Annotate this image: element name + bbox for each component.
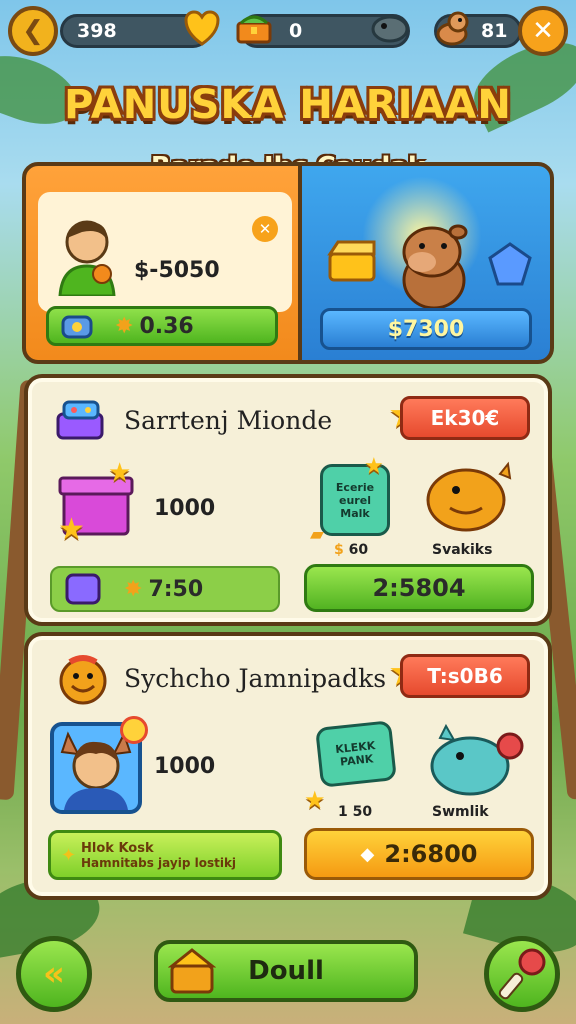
- offer-1-timer: ✸ 7:50: [50, 566, 280, 612]
- offer-2-creature-label: Swmlik: [432, 804, 489, 820]
- offer-2-sign: KLEKK PANK: [315, 720, 397, 788]
- offer-2-sign-line-2: PANK: [339, 752, 374, 769]
- stat-coins-value: 398: [77, 20, 117, 42]
- sparkle-icon: ✦: [61, 845, 77, 866]
- featured-left-bar-value: 0.36: [139, 313, 194, 339]
- page-title: PANUSKA HARIAAN: [64, 82, 512, 128]
- close-small-icon[interactable]: ✕: [252, 216, 278, 242]
- offer-1-small-count-value: 60: [348, 542, 369, 558]
- stat-pet-value: 81: [481, 20, 508, 42]
- offer-1-sign-line-2: eurel: [339, 493, 371, 507]
- star-tiny-icon: ★: [364, 454, 384, 479]
- offer-2-buy-label: 2:6800: [384, 840, 478, 868]
- avatar-boy-icon: [52, 214, 122, 296]
- offer-2-quantity: 1000: [154, 754, 216, 779]
- offer-1-creature-label: Svakiks: [432, 542, 493, 558]
- offer-1-buy-button[interactable]: 2:5804: [304, 564, 534, 612]
- chest-nav-icon: [168, 946, 216, 996]
- offer-2-title: Sychcho Jamnipadks: [124, 664, 387, 693]
- toy-box-icon: [54, 396, 108, 444]
- bottom-action-button[interactable]: [484, 936, 560, 1012]
- bottom-main-button[interactable]: Doull: [154, 940, 418, 1002]
- capybara-icon: [392, 216, 476, 312]
- orange-creature-icon: [422, 460, 514, 536]
- double-arrow-left-icon: «: [43, 954, 65, 994]
- offer-1-title: Sarrtenj Mionde: [124, 406, 333, 435]
- offer-1-quantity: 1000: [154, 496, 216, 521]
- gift-purple-icon: [64, 570, 102, 608]
- bottom-back-button[interactable]: «: [16, 936, 92, 1012]
- offer-1-small-count: $ 60: [334, 542, 368, 558]
- gem-bolt-icon: [59, 311, 95, 343]
- stat-chest-value: 0: [289, 20, 303, 42]
- offer-2-price-tag[interactable]: T:s0B6: [400, 654, 530, 698]
- dino-head-icon: [370, 8, 410, 48]
- clock-coin-icon: ✸: [124, 576, 143, 602]
- featured-left-bar[interactable]: ✸ 0.36: [46, 306, 278, 346]
- back-button[interactable]: ❮: [8, 6, 58, 56]
- offer-1-price-tag[interactable]: Ek30€: [400, 396, 530, 440]
- offer-2-small-count: 1 50: [338, 804, 373, 820]
- featured-right-buy-button[interactable]: $7300: [320, 308, 532, 350]
- star-small-icon: ★: [58, 512, 85, 547]
- pet-icon: [432, 8, 472, 48]
- gold-chest-icon: [326, 236, 378, 284]
- star-tiny-icon-2: ★: [304, 786, 326, 814]
- top-bar: ❮ 398 0 81 ✕: [8, 6, 568, 58]
- coin-icon: ✸: [115, 313, 134, 339]
- featured-offer-left[interactable]: ✕ $-5050 ✸ 0.36: [22, 162, 304, 364]
- offer-1-sign-line-1: Ecerie: [335, 480, 375, 494]
- offer-2-promo-line-2: Hamnitabs jayip lostikj: [81, 855, 237, 870]
- offer-1-sign-line-3: Malk: [340, 506, 370, 520]
- coin-tiny-icon: ▰: [310, 524, 324, 545]
- joystick-icon: [496, 948, 548, 1000]
- bottom-main-label: Doull: [248, 956, 324, 986]
- dollar-icon: $: [334, 542, 344, 558]
- treasure-chest-icon: [234, 8, 274, 48]
- offer-2-promo-line-1: Hlok Kosk: [81, 840, 154, 856]
- gem-small-icon: ◆: [360, 843, 375, 865]
- offer-card-1: Sarrtenj Mionde ★ Ek30€ ★ ★ 1000 Ecerie …: [24, 374, 552, 626]
- offer-2-buy-button[interactable]: ◆ 2:6800: [304, 828, 534, 880]
- blue-crystal-icon: [488, 242, 532, 286]
- offer-card-2: Sychcho Jamnipadks ★ T:s0B6 1000 KLEKK P…: [24, 632, 552, 900]
- featured-offer-right[interactable]: $7300: [298, 162, 554, 364]
- smiley-fruit-icon: [56, 652, 110, 706]
- offer-2-promo-bar[interactable]: ✦ Hlok Kosk Hamnitabs jayip lostikj: [48, 830, 282, 880]
- featured-left-price: $-5050: [134, 258, 220, 283]
- badge-icon: [120, 716, 148, 744]
- star-small-icon-2: ★: [108, 458, 132, 488]
- offer-1-timer-value: 7:50: [148, 576, 204, 602]
- close-button[interactable]: ✕: [518, 6, 568, 56]
- heart-shield-icon: [182, 8, 222, 48]
- close-icon: ✕: [532, 16, 554, 46]
- teal-creature-icon: [426, 716, 524, 800]
- back-arrow-icon: ❮: [22, 16, 44, 46]
